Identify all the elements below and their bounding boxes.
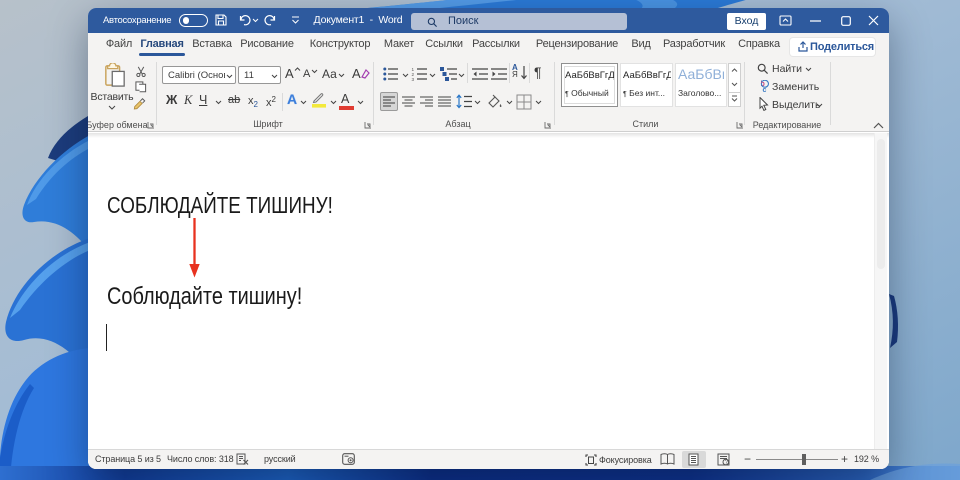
svg-text:3: 3 [412, 77, 415, 81]
svg-text:c: c [763, 87, 767, 93]
